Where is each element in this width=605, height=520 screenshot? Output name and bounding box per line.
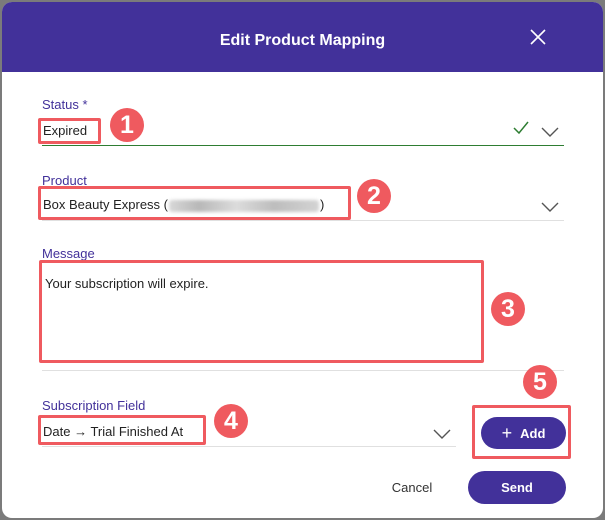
annotation-badge-2: 2: [357, 179, 391, 213]
annotation-box-message: [39, 260, 484, 363]
edit-product-mapping-dialog: Edit Product Mapping Status * Expired Pr…: [2, 2, 603, 518]
send-button[interactable]: Send: [468, 471, 566, 504]
status-label: Status *: [42, 97, 88, 112]
close-icon[interactable]: [529, 28, 547, 46]
chevron-down-icon[interactable]: [541, 202, 559, 212]
message-underline: [42, 370, 564, 371]
cancel-button[interactable]: Cancel: [382, 478, 442, 498]
chevron-down-icon[interactable]: [541, 127, 559, 137]
annotation-badge-4: 4: [214, 404, 248, 438]
annotation-box-add: [472, 405, 571, 459]
annotation-badge-5: 5: [523, 365, 557, 399]
product-underline: [42, 220, 564, 221]
annotation-box-subscription-field: [38, 415, 206, 445]
dialog-header: Edit Product Mapping: [2, 2, 603, 72]
subscription-field-label: Subscription Field: [42, 398, 146, 413]
chevron-down-icon[interactable]: [433, 429, 451, 439]
status-underline: [42, 145, 564, 146]
annotation-box-product: [38, 186, 351, 220]
annotation-badge-3: 3: [491, 292, 525, 326]
annotation-badge-1: 1: [110, 108, 144, 142]
annotation-box-status: [38, 118, 101, 144]
dialog-title: Edit Product Mapping: [219, 32, 386, 49]
subscription-field-underline: [42, 446, 456, 447]
check-icon: [513, 121, 529, 135]
